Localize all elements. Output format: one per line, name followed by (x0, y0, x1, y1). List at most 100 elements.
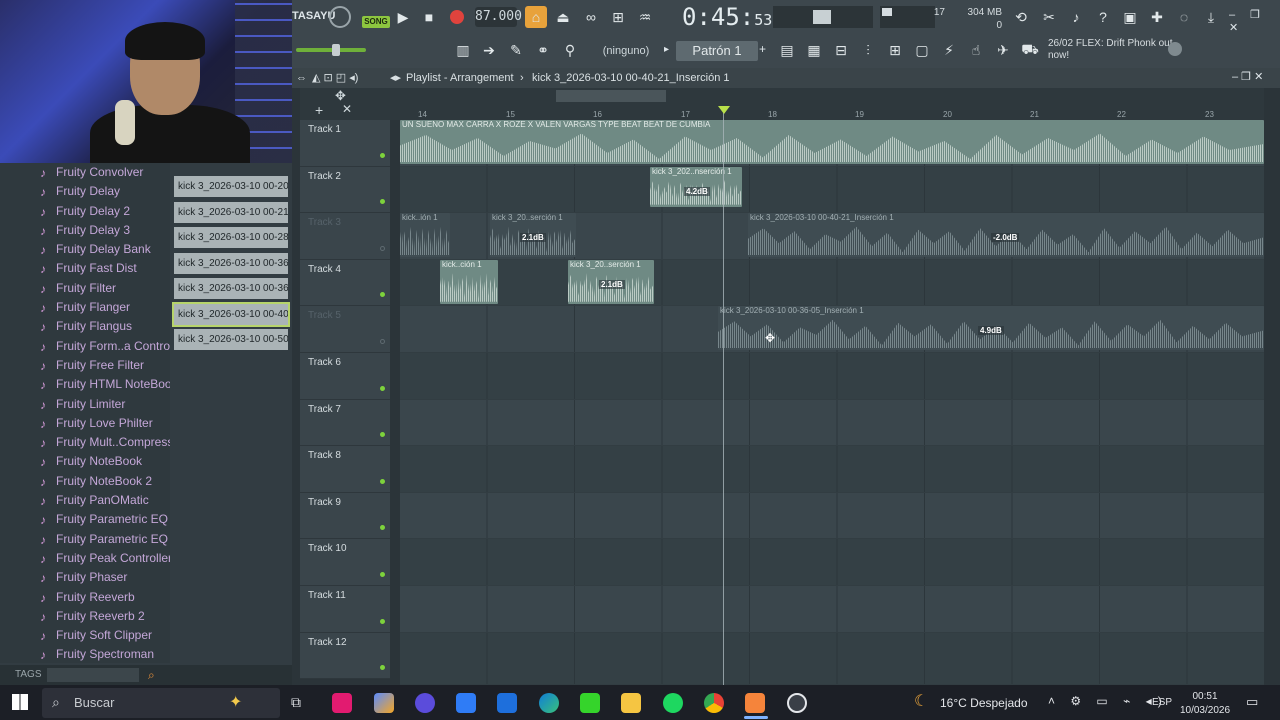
clip-item[interactable]: kick 3_2026-03-10 00-36... (174, 278, 288, 299)
add-pattern-icon[interactable]: + (759, 42, 766, 56)
track-lane[interactable] (400, 586, 1264, 633)
windows-start-icon[interactable] (12, 694, 28, 710)
cart-icon[interactable]: ⛟ (1019, 39, 1041, 61)
plugin-item[interactable]: ♪ Fruity HTML NoteBook (0, 375, 170, 394)
copilot-sparkle-icon[interactable]: ✦ (229, 692, 242, 712)
clip-item[interactable]: kick 3_2026-03-10 00-36... (174, 252, 288, 274)
clipboard-icon[interactable]: ▢ (911, 39, 933, 61)
play-icon[interactable]: ▶ (392, 6, 414, 28)
track-led[interactable] (380, 338, 385, 344)
plugin-item[interactable]: ♪ Fruity Fast Dist (0, 259, 170, 278)
track-header[interactable]: Track 10 (300, 539, 390, 586)
pattern-arrow-icon[interactable]: ▸ (664, 44, 669, 55)
add-track-icon[interactable]: + (315, 102, 323, 118)
track-lane[interactable] (400, 353, 1264, 400)
audio-clip[interactable]: kick 3_20..serción 1 2.1dB (568, 259, 654, 304)
track-lane[interactable] (400, 492, 1264, 540)
track-lane[interactable] (400, 446, 1264, 493)
bird-icon[interactable]: ✈ (992, 39, 1014, 61)
stop-icon[interactable]: ■ (418, 6, 440, 28)
tray-icons[interactable]: ˄ ⚙ ▭ ⌁ ◂) (1048, 694, 1168, 708)
track-led[interactable] (380, 385, 385, 391)
plugin-item[interactable]: ♪ Fruity Delay Bank (0, 240, 170, 259)
clip-item[interactable]: kick 3_2026-03-10 00-21... (174, 201, 288, 223)
track-lane[interactable] (400, 399, 1264, 447)
arrow-icon[interactable]: ◂▸ (390, 68, 401, 88)
plugin-item[interactable]: ♪ Fruity Phaser (0, 568, 170, 587)
plugin-item[interactable]: ♪ Fruity Reeverb (0, 588, 170, 607)
copilot-icon[interactable] (374, 693, 394, 713)
plugin-item[interactable]: ♪ Fruity Parametric EQ 2 (0, 530, 170, 549)
master-volume-slider[interactable] (296, 48, 366, 52)
playlist-window-controls[interactable]: ‒ ❐ ✕ (1232, 70, 1276, 86)
fl-studio-icon[interactable] (745, 693, 765, 713)
plugin-item[interactable]: ♪ Fruity Love Philter (0, 414, 170, 433)
help-icon[interactable]: ? (1092, 6, 1114, 28)
track-led[interactable] (380, 152, 385, 158)
plugin-item[interactable]: ♪ Fruity Limiter (0, 395, 170, 414)
plugin-item[interactable]: ♪ Fruity Spectroman (0, 645, 170, 664)
wait-input-icon[interactable]: ⏏ (552, 6, 574, 28)
language-indicator[interactable]: ESP (1152, 697, 1172, 708)
undo-icon[interactable]: ⟲ (1010, 6, 1032, 28)
track-lane[interactable] (400, 632, 1264, 685)
plugin-item[interactable]: ♪ Fruity Flangus (0, 317, 170, 336)
plugin-item[interactable]: ♪ Fruity Free Filter (0, 356, 170, 375)
window-controls[interactable]: ‒ ❐ ✕ (1229, 8, 1280, 34)
track-led[interactable] (380, 199, 385, 205)
plug-icon[interactable]: ⚡ (938, 39, 960, 61)
track-led[interactable] (380, 571, 385, 577)
track-led[interactable] (380, 432, 385, 438)
plugin-item[interactable]: ♪ Fruity Delay 2 (0, 202, 170, 221)
link-icon[interactable]: ⚭ (532, 39, 554, 61)
arrow-right-icon[interactable]: ➔ (478, 39, 500, 61)
channel-rack-icon[interactable]: ▦ (803, 39, 825, 61)
obs-icon[interactable] (787, 693, 807, 713)
piano-roll-icon[interactable]: ▥ (452, 39, 474, 61)
stamp-icon[interactable]: ⚲ (559, 39, 581, 61)
close-icon[interactable]: ✕ (342, 102, 352, 116)
plugin-item[interactable]: ♪ Fruity Delay 3 (0, 221, 170, 240)
plugin-item[interactable]: ♪ Fruity Flanger (0, 298, 170, 317)
audio-clip[interactable]: kick 3_202..nserción 1 4.2dB (650, 166, 742, 207)
playhead-marker[interactable] (718, 106, 730, 114)
search-icon[interactable]: ⌕ (148, 665, 155, 685)
track-lane[interactable] (400, 539, 1264, 586)
browser-icon[interactable]: ⊞ (884, 39, 906, 61)
notifications-icon[interactable]: ▭ (1246, 694, 1258, 710)
horizontal-scroll-thumb[interactable] (556, 90, 666, 102)
track-lane[interactable] (400, 259, 1264, 307)
track-header-muted[interactable]: Track 5 (300, 306, 390, 353)
plugin-icon[interactable]: ✚ (1146, 6, 1168, 28)
audio-clip[interactable]: UN SUENO MAX CARRA X ROZE X VALEN VARGAS… (400, 120, 1264, 164)
news-panel[interactable]: 26/02 FLEX: Drift Phonk out now! (1048, 38, 1178, 64)
app-circle-icon[interactable] (415, 693, 435, 713)
track-led[interactable] (380, 292, 385, 298)
globe-icon[interactable] (1168, 42, 1182, 56)
mixer-icon[interactable]: ⊟ (830, 39, 852, 61)
playhead-line[interactable] (723, 108, 724, 685)
tiktok-icon[interactable] (332, 693, 352, 713)
pattern-song-toggle[interactable] (329, 6, 351, 28)
track-header[interactable]: Track 4 (300, 259, 390, 307)
record-icon[interactable] (450, 10, 464, 24)
plugin-item[interactable]: ♪ Fruity NoteBook 2 (0, 472, 170, 491)
clip-item[interactable]: kick 3_2026-03-10 00-50... (174, 329, 288, 350)
track-header[interactable]: Track 2 (300, 166, 390, 214)
taskbar-clock[interactable]: 00:51 10/03/2026 (1170, 688, 1240, 718)
track-led[interactable] (380, 665, 385, 671)
weather-text[interactable]: 16°C Despejado (940, 696, 1028, 710)
plugin-item[interactable]: ♪ Fruity Soft Clipper (0, 626, 170, 645)
taskbar-search[interactable]: Buscar (42, 688, 280, 718)
song-mode-button[interactable]: SONG (362, 16, 390, 28)
countdown-icon[interactable]: ∞ (580, 6, 602, 28)
save-icon[interactable]: ▣ (1119, 6, 1141, 28)
metronome-icon[interactable]: ⌂ (525, 6, 547, 28)
plugin-item[interactable]: ♪ Fruity PanOMatic (0, 491, 170, 510)
track-led[interactable] (380, 525, 385, 531)
mic-icon[interactable]: ♪ (1065, 6, 1087, 28)
cut-icon[interactable]: ✂ (1038, 6, 1060, 28)
plugin-item[interactable]: ♪ Fruity Peak Controller (0, 549, 170, 568)
arrows-icon[interactable]: ⇔ (296, 68, 307, 88)
clip-item-selected[interactable]: kick 3_2026-03-10 00-40... (172, 301, 290, 327)
